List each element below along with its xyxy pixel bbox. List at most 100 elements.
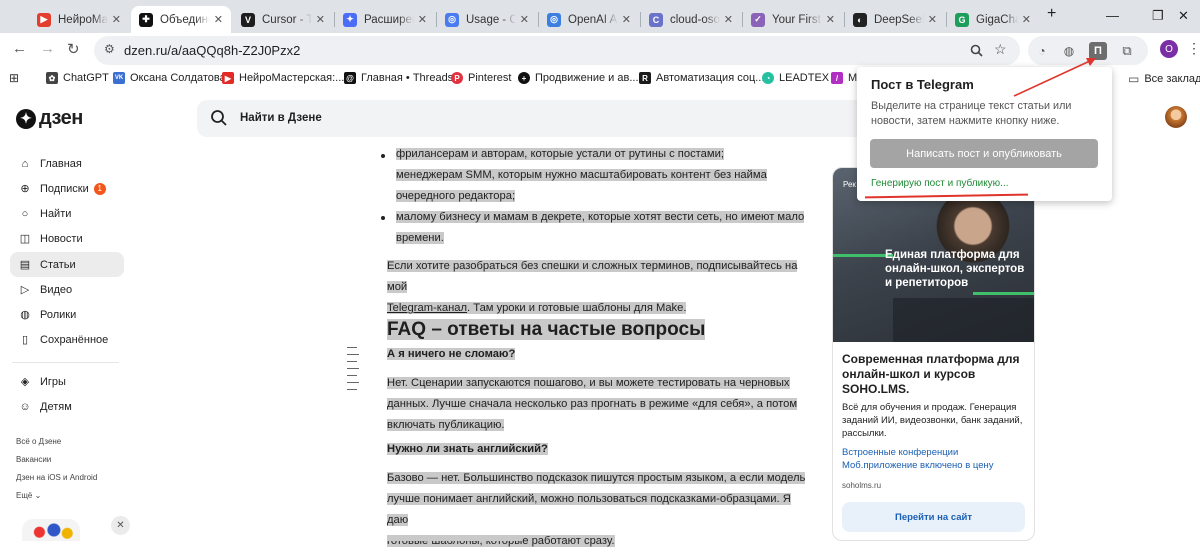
sidebar-item-saved[interactable]: ▯ Сохранённое <box>10 327 124 352</box>
zoom-icon[interactable] <box>970 44 983 57</box>
article-text: очередного редактора; <box>396 190 516 202</box>
bookmark-leadtex[interactable]: ◔ LEADTEX <box>762 72 829 84</box>
ad-title: Современная платформа для онлайн-школ и … <box>842 352 1020 396</box>
sidebar-item-subscriptions[interactable]: ⊕ Подписки 1 <box>10 176 124 201</box>
close-icon[interactable]: ✕ <box>418 13 427 26</box>
tab-usage-openai[interactable]: ◎ Usage - Op ✕ <box>437 6 537 33</box>
sidebar-item-label: Статьи <box>40 258 76 271</box>
site-settings-icon[interactable]: ⚙ <box>104 42 115 56</box>
sidebar-item-search[interactable]: ○ Найти <box>10 201 124 226</box>
close-icon[interactable]: ✕ <box>928 13 937 26</box>
tab-cloud-osoh[interactable]: C cloud-osoh ✕ <box>641 6 741 33</box>
bookmark-pinterest[interactable]: P Pinterest <box>451 72 511 84</box>
tab-neiromaster[interactable]: ▶ НейроМаст ✕ <box>29 6 129 33</box>
footer-link-jobs[interactable]: Вакансии <box>16 455 51 464</box>
write-post-and-publish-button[interactable]: Написать пост и опубликовать <box>870 139 1098 168</box>
close-icon[interactable]: ✕ <box>1022 13 1031 26</box>
dzen-logo[interactable]: ✦ дзен <box>16 107 83 130</box>
toc-marker[interactable] <box>347 375 357 376</box>
sidebar-item-clips[interactable]: ◍ Ролики <box>10 302 124 327</box>
address-bar[interactable]: ⚙ dzen.ru/a/aaQQq8h-Z2J0Pzx2 ☆ <box>94 36 1020 65</box>
bookmark-all-folder[interactable]: ▭ Все закладки <box>1128 72 1200 86</box>
faq-question: А я ничего не сломаю? <box>387 344 812 365</box>
toc-marker[interactable] <box>347 368 359 369</box>
restore-icon[interactable]: ❐ <box>1152 8 1164 24</box>
tab-label: Your First A <box>772 13 822 26</box>
cloud-icon: C <box>649 12 663 27</box>
close-window-icon[interactable]: ✕ <box>1178 8 1189 24</box>
sidebar-item-label: Игры <box>40 375 66 388</box>
bookmark-icon: ▯ <box>21 334 29 346</box>
games-icon: ◈ <box>20 376 30 388</box>
close-icon[interactable]: ✕ <box>520 13 529 26</box>
forward-icon[interactable]: → <box>40 40 55 57</box>
ad-label: Рек <box>843 180 856 189</box>
close-icon[interactable]: ✕ <box>111 516 130 535</box>
sidebar-item-articles[interactable]: ▤ Статьи <box>10 252 124 277</box>
close-icon[interactable]: ✕ <box>214 13 223 26</box>
ad-go-to-site-button[interactable]: Перейти на сайт <box>842 502 1025 532</box>
menu-icon[interactable]: ⋮ <box>1187 40 1200 57</box>
ad-card[interactable]: Рек Единая платформа для онлайн-школ, эк… <box>832 167 1035 541</box>
tab-openai-api[interactable]: ◎ OpenAI API ✕ <box>539 6 639 33</box>
close-icon[interactable]: ✕ <box>826 13 835 26</box>
extensions-puzzle-icon[interactable]: ⧉ <box>1118 42 1136 60</box>
tab-extensions[interactable]: ✦ Расширени ✕ <box>335 6 435 33</box>
toc-marker[interactable] <box>347 382 359 383</box>
bookmark-m[interactable]: / M <box>831 72 857 84</box>
bookmark-vk[interactable]: VK Оксана Солдатова <box>113 72 226 84</box>
sidebar-item-label: Детям <box>40 400 72 413</box>
sidebar-item-video[interactable]: ▷ Видео <box>10 277 124 302</box>
close-icon[interactable]: ✕ <box>112 13 121 26</box>
bookmark-promotion[interactable]: + Продвижение и ав... <box>518 72 639 84</box>
tab-label: OpenAI API <box>568 13 618 26</box>
tab-cursor[interactable]: V Cursor - Th ✕ <box>233 6 333 33</box>
video-icon: ▷ <box>20 284 30 296</box>
popup-status-text: Генерирую пост и публикую... <box>871 178 1009 189</box>
article-text: данных. Лучше сначала несколько раз прог… <box>387 398 798 410</box>
ad-accent-line <box>833 254 893 257</box>
close-icon[interactable]: ✕ <box>622 13 631 26</box>
dzen-icon: + <box>518 72 530 84</box>
bookmark-threads[interactable]: @ Главная • Threads <box>344 72 453 84</box>
footer-link-apps[interactable]: Дзен на iOS и Android <box>16 473 97 482</box>
footer-link-more[interactable]: Ещё ⌄ <box>16 491 41 500</box>
article-text: Базово — нет. Большинство подсказок пишу… <box>387 472 806 484</box>
apps-grid-icon[interactable]: ⊞ <box>9 71 19 85</box>
toc-marker[interactable] <box>347 354 359 355</box>
telegram-channel-link[interactable]: Telegram-канал <box>387 302 467 314</box>
tab-gigachat[interactable]: G GigaChat A ✕ <box>947 6 1039 33</box>
tab-deepseek[interactable]: ◐ DeepSeek ✕ <box>845 6 945 33</box>
back-icon[interactable]: ← <box>12 40 27 57</box>
footer-link-about[interactable]: Всё о Дзене <box>16 437 61 446</box>
notification-badge: 1 <box>93 182 106 195</box>
toc-marker[interactable] <box>347 361 357 362</box>
toc-marker[interactable] <box>347 347 357 348</box>
new-tab-button[interactable]: + <box>1047 5 1056 23</box>
sidebar-item-news[interactable]: ◫ Новости <box>10 226 124 251</box>
minimize-icon[interactable]: — <box>1106 8 1119 23</box>
close-icon[interactable]: ✕ <box>316 13 325 26</box>
toc-marker[interactable] <box>347 389 357 390</box>
tab-active-dzen[interactable]: ✚ Объедине ✕ <box>131 6 231 33</box>
bullet-dot <box>381 216 385 220</box>
search-input[interactable]: Найти в Дзене <box>197 100 877 137</box>
bookmark-label: Автоматизация соц... <box>656 72 765 84</box>
tab-your-first[interactable]: ✓ Your First A ✕ <box>743 6 843 33</box>
article-text: Если хотите разобраться без спешки и сло… <box>387 260 798 293</box>
bookmark-star-icon[interactable]: ☆ <box>994 41 1007 58</box>
sidebar-item-games[interactable]: ◈ Игры <box>10 369 124 394</box>
user-avatar[interactable] <box>1165 106 1187 128</box>
sidebar-item-label: Видео <box>40 283 73 296</box>
sidebar-item-kids[interactable]: ☺ Детям <box>10 394 124 419</box>
profile-avatar[interactable]: O <box>1160 40 1178 58</box>
bookmark-neiromaster[interactable]: ▶ НейроМастерская:... <box>222 72 344 84</box>
bookmark-chatgpt[interactable]: ✿ ChatGPT <box>46 72 109 84</box>
ad-links[interactable]: Встроенные конференции Моб.приложение вк… <box>842 446 1032 472</box>
bookmark-label: Все закладки <box>1144 73 1200 85</box>
bookmark-automation[interactable]: R Автоматизация соц... <box>639 72 764 84</box>
sidebar-item-home[interactable]: ⌂ Главная <box>10 151 124 176</box>
close-icon[interactable]: ✕ <box>724 13 733 26</box>
reload-icon[interactable]: ↻ <box>67 40 80 58</box>
sidebar-item-label: Новости <box>40 232 83 245</box>
